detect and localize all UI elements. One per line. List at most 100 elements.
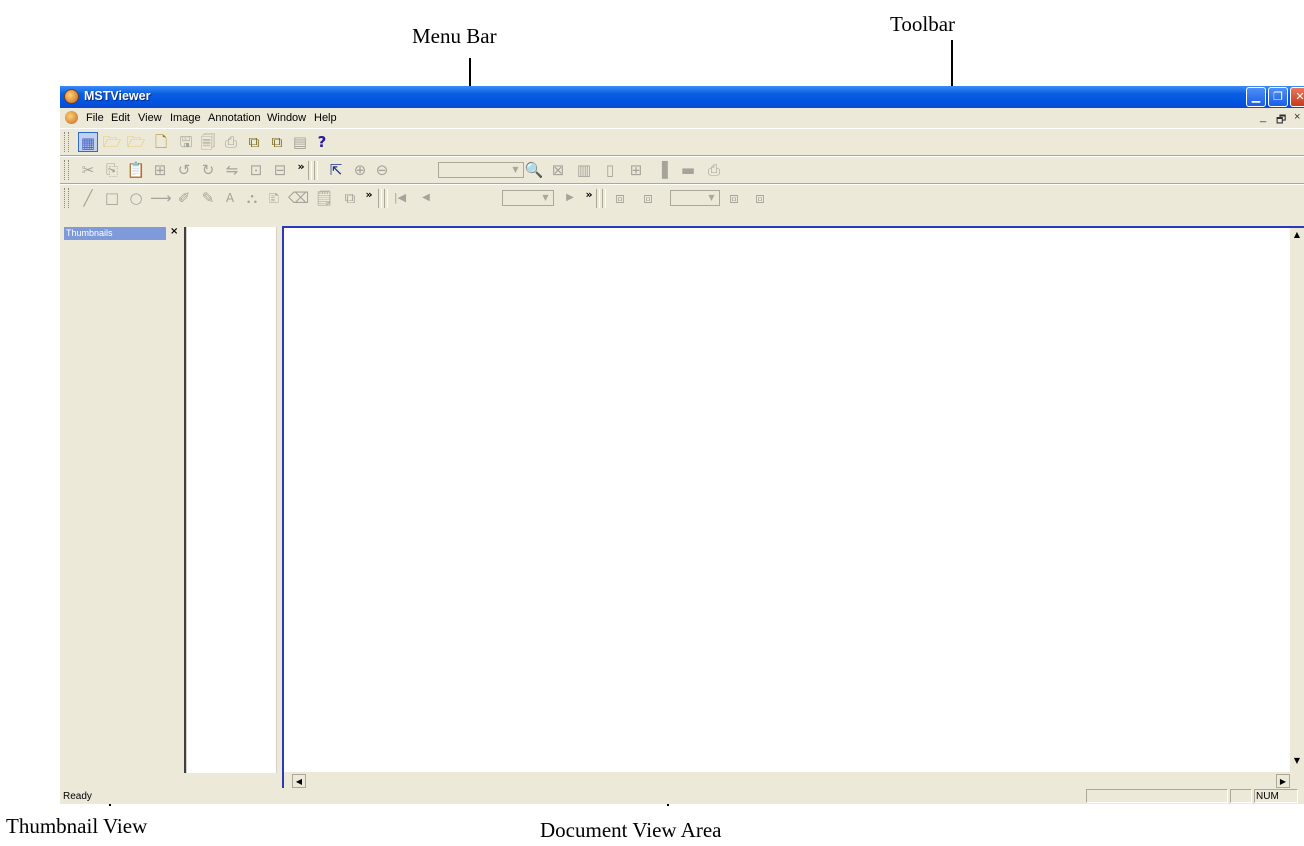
menu-file[interactable]: File bbox=[86, 112, 104, 124]
thumbnail-pane-close-button[interactable]: × bbox=[170, 226, 178, 237]
fit-width-icon[interactable]: ⊠ bbox=[548, 160, 568, 180]
toolbar-grip[interactable] bbox=[64, 188, 69, 208]
deskew-icon[interactable]: ⊟ bbox=[270, 160, 290, 180]
insert-page-icon[interactable]: ⊞ bbox=[150, 160, 170, 180]
first-page-icon[interactable]: |◀ bbox=[390, 188, 410, 208]
callout-toolbar: Toolbar bbox=[890, 12, 956, 36]
restore-icon: ❐ bbox=[1273, 90, 1283, 103]
text-icon[interactable]: A bbox=[220, 188, 240, 208]
app-window: MSTViewer ▁ ❐ ✕ File Edit View Image Ann… bbox=[60, 86, 1304, 804]
status-bar: Ready NUM bbox=[60, 788, 1304, 804]
copy-icon[interactable]: ⎘ bbox=[102, 160, 122, 180]
next-page-icon[interactable]: ▶ bbox=[560, 188, 580, 208]
document-combo[interactable]: ▼ bbox=[670, 190, 720, 206]
toolbar-separator bbox=[378, 189, 382, 208]
last-document-icon[interactable]: ⧈ bbox=[750, 188, 770, 208]
scroll-right-icon[interactable]: ▶ bbox=[1276, 774, 1290, 788]
toolbar-separator bbox=[602, 189, 606, 208]
paste-icon[interactable]: 📋 bbox=[126, 160, 146, 180]
rotate-right-icon[interactable]: ↻ bbox=[198, 160, 218, 180]
next-document-icon[interactable]: ⧈ bbox=[724, 188, 744, 208]
minimize-button[interactable]: ▁ bbox=[1246, 87, 1266, 107]
properties-icon[interactable]: ▤ bbox=[290, 132, 310, 152]
menu-view[interactable]: View bbox=[138, 112, 162, 124]
rotate-left-icon[interactable]: ↺ bbox=[174, 160, 194, 180]
ellipse-icon[interactable]: ○ bbox=[126, 188, 146, 208]
menu-help[interactable]: Help bbox=[314, 112, 337, 124]
line-icon[interactable]: ╱ bbox=[78, 188, 98, 208]
toolbar-separator bbox=[308, 161, 312, 180]
thumbnails-toggle-icon[interactable]: ▦ bbox=[78, 132, 98, 152]
scroll-down-icon[interactable]: ▼ bbox=[1290, 754, 1304, 768]
fit-page-icon[interactable]: ▯ bbox=[600, 160, 620, 180]
thumbnail-list[interactable] bbox=[187, 227, 276, 773]
document-menu-icon[interactable] bbox=[65, 111, 78, 124]
toolbar-grip[interactable] bbox=[64, 132, 69, 152]
first-document-icon[interactable]: ⧈ bbox=[610, 188, 630, 208]
menu-image[interactable]: Image bbox=[170, 112, 201, 124]
status-text: Ready bbox=[63, 791, 92, 802]
actual-size-icon[interactable]: ▥ bbox=[574, 160, 594, 180]
zoom-combo[interactable]: ▼ bbox=[438, 162, 524, 178]
stamp-icon[interactable]: ⛬ bbox=[242, 188, 262, 208]
chevron-down-icon: ▼ bbox=[542, 193, 549, 202]
note-icon[interactable]: 🗈 bbox=[264, 188, 284, 208]
previous-page-icon[interactable]: ◀ bbox=[416, 188, 436, 208]
toolbar-overflow-chevron[interactable]: » bbox=[296, 157, 306, 177]
mdi-close-button[interactable]: × bbox=[1294, 111, 1300, 123]
menu-window[interactable]: Window bbox=[267, 112, 306, 124]
toolbar-separator bbox=[384, 189, 388, 208]
vertical-scrollbar[interactable]: ▲ ▼ bbox=[1290, 228, 1304, 772]
arrow-icon[interactable]: ⟶ bbox=[150, 188, 172, 208]
export-pages-icon[interactable]: ⧉ bbox=[267, 132, 287, 152]
new-document-icon[interactable]: 🗋 bbox=[151, 132, 171, 152]
toolbar-row-edit: ✂ ⎘ 📋 ⊞ ↺ ↻ ⇋ ⊡ ⊟ » ⇱ ⊕ ⊖ ▼ 🔍 ⊠ ▥ ▯ ⊞ ▐ … bbox=[60, 156, 1304, 184]
thumbnail-pane-title: Thumbnails bbox=[64, 227, 166, 240]
callout-menu-bar: Menu Bar bbox=[412, 24, 497, 48]
mdi-minimize-button[interactable]: _ bbox=[1260, 111, 1266, 123]
fit-window-icon[interactable]: ⊞ bbox=[626, 160, 646, 180]
document-view-area[interactable]: ▲ ▼ ◀ ▶ bbox=[282, 226, 1304, 792]
app-icon bbox=[64, 89, 79, 104]
eraser-icon[interactable]: ⌫ bbox=[288, 188, 309, 208]
toolbar-overflow-chevron[interactable]: » bbox=[584, 185, 594, 205]
save-icon[interactable]: 🖫 bbox=[176, 132, 196, 152]
pan-icon[interactable]: ⎙ bbox=[704, 160, 724, 180]
open-folder-icon[interactable]: 🗁 bbox=[102, 132, 122, 152]
select-pointer-icon[interactable]: ⇱ bbox=[326, 160, 346, 180]
cut-icon[interactable]: ✂ bbox=[78, 160, 98, 180]
flip-icon[interactable]: ⇋ bbox=[222, 160, 242, 180]
crop-icon[interactable]: ⊡ bbox=[246, 160, 266, 180]
print-icon[interactable]: ⎙ bbox=[221, 132, 241, 152]
menu-annotation[interactable]: Annotation bbox=[208, 112, 261, 124]
toolbar-grip[interactable] bbox=[64, 160, 69, 180]
zoom-rect-icon[interactable]: 🔍 bbox=[524, 160, 544, 180]
callout-document-view-area: Document View Area bbox=[540, 818, 722, 842]
zoom-in-icon[interactable]: ⊕ bbox=[350, 160, 370, 180]
open-folder-icon[interactable]: 🗁 bbox=[126, 132, 146, 152]
scroll-left-icon[interactable]: ◀ bbox=[292, 774, 306, 788]
export-icon[interactable]: ⧉ bbox=[244, 132, 264, 152]
chevron-down-icon: ▼ bbox=[708, 193, 715, 202]
fit-height-icon[interactable]: ▐ bbox=[652, 160, 672, 180]
toolbar-overflow-chevron[interactable]: » bbox=[364, 185, 374, 205]
highlighter-icon[interactable]: ✐ bbox=[174, 188, 194, 208]
previous-document-icon[interactable]: ⧈ bbox=[638, 188, 658, 208]
restore-button[interactable]: ❐ bbox=[1268, 87, 1288, 107]
title-bar[interactable]: MSTViewer ▁ ❐ ✕ bbox=[60, 86, 1304, 108]
annotation-properties-icon[interactable]: 🗒 bbox=[314, 188, 334, 208]
toolbar-separator bbox=[314, 161, 318, 180]
zoom-out-icon[interactable]: ⊖ bbox=[372, 160, 392, 180]
page-combo[interactable]: ▼ bbox=[502, 190, 554, 206]
fit-horizontal-icon[interactable]: ▬ bbox=[678, 160, 698, 180]
menu-edit[interactable]: Edit bbox=[111, 112, 130, 124]
help-icon[interactable]: ? bbox=[312, 132, 332, 152]
scroll-up-icon[interactable]: ▲ bbox=[1290, 228, 1304, 242]
save-as-icon[interactable]: 🗐 bbox=[198, 132, 218, 152]
pen-icon[interactable]: ✎ bbox=[198, 188, 218, 208]
toolbar-separator bbox=[596, 189, 600, 208]
rectangle-icon[interactable]: □ bbox=[102, 188, 122, 208]
annotation-list-icon[interactable]: ⧉ bbox=[340, 188, 360, 208]
minimize-icon: ▁ bbox=[1251, 90, 1261, 103]
close-button[interactable]: ✕ bbox=[1290, 87, 1304, 107]
